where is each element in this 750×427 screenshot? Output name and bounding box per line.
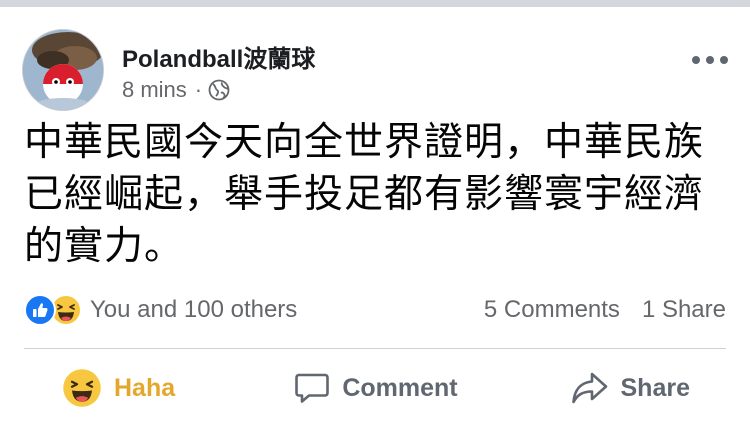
reactions-count-text: You and 100 others — [90, 296, 298, 323]
avatar-image — [23, 30, 103, 110]
engagement-counts: 5 Comments 1 Share — [484, 296, 726, 324]
comment-button[interactable]: Comment — [271, 370, 480, 406]
post-stats: You and 100 others 5 Comments 1 Share — [24, 293, 726, 327]
post-text: 中華民國今天向全世界證明，中華民族已經崛起，舉手投足都有影響寰宇經濟的實力。 — [24, 120, 705, 269]
share-icon — [571, 370, 609, 406]
haha-reaction-button[interactable]: Haha — [24, 368, 271, 408]
author-name[interactable]: Polandball波蘭球 — [122, 39, 315, 74]
more-dot — [720, 56, 728, 64]
top-divider-strip — [0, 0, 750, 7]
actions-divider — [24, 348, 726, 349]
haha-icon — [62, 368, 102, 408]
reactions-summary[interactable]: You and 100 others — [24, 294, 297, 326]
globe-icon — [208, 79, 230, 101]
more-options-icon[interactable] — [692, 53, 728, 67]
like-icon — [24, 294, 56, 326]
post-time[interactable]: 8 mins — [122, 77, 187, 103]
haha-label: Haha — [114, 373, 176, 402]
meta-separator: · — [194, 77, 203, 102]
share-label: Share — [620, 373, 690, 402]
post-card: Polandball波蘭球 8 mins · 中華民國今天向全世界證明，中華民族… — [0, 7, 750, 427]
more-dot — [706, 56, 714, 64]
shares-count[interactable]: 1 Share — [642, 296, 726, 324]
comment-icon — [294, 370, 330, 406]
avatar[interactable] — [22, 29, 104, 111]
more-dot — [692, 56, 700, 64]
comment-label: Comment — [342, 373, 458, 402]
comments-count[interactable]: 5 Comments — [484, 296, 620, 324]
post-meta: 8 mins · — [122, 77, 230, 103]
share-button[interactable]: Share — [481, 370, 726, 406]
post-actions: Haha Comment Share — [24, 357, 726, 419]
post-header: Polandball波蘭球 8 mins · — [22, 29, 732, 111]
